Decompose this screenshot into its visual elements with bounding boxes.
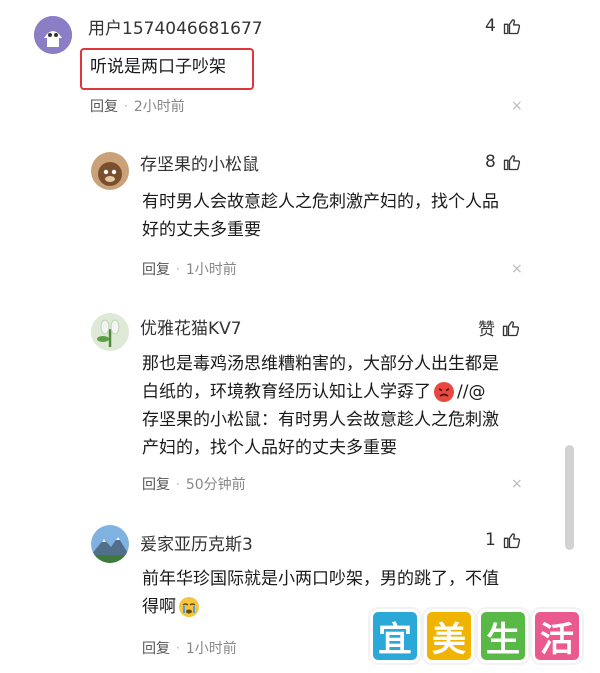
comment-meta: 回复 · 1小时前 (142, 638, 237, 658)
separator-dot: · (176, 262, 180, 276)
text-line: 好的丈夫多重要 (142, 220, 261, 240)
scrollbar-thumb[interactable] (565, 445, 574, 550)
text-segment: 得啊 (142, 597, 176, 617)
username[interactable]: 用户1574046681677 (88, 14, 263, 39)
avatar[interactable] (91, 313, 129, 351)
like-button[interactable]: 赞 (478, 315, 521, 340)
reply-button[interactable]: 回复 (142, 474, 170, 494)
comment-meta: 回复 · 2小时前 (90, 96, 185, 116)
like-button[interactable]: 1 (485, 530, 522, 550)
separator-dot: · (124, 99, 128, 113)
thumbs-up-icon (502, 320, 520, 336)
like-count: 1 (485, 530, 496, 550)
mountain-avatar-icon (91, 525, 129, 563)
separator-dot: · (176, 477, 180, 491)
watermark-char: 宜 (370, 609, 420, 663)
like-label: 赞 (478, 320, 495, 340)
text-line: 那也是毒鸡汤思维糟粕害的，大部分人出生都是 (142, 354, 499, 374)
timestamp: 50分钟前 (185, 477, 246, 493)
angry-emoji-icon (433, 381, 455, 403)
like-button[interactable]: 8 (485, 152, 522, 172)
reply-button[interactable]: 回复 (90, 96, 118, 116)
like-button[interactable]: 4 (485, 16, 522, 36)
comment-text: 那也是毒鸡汤思维糟粕害的，大部分人出生都是 白纸的，环境教育经历认知让人学孬了 … (142, 350, 499, 462)
watermark-char: 美 (424, 609, 474, 663)
avatar[interactable] (91, 525, 129, 563)
squirrel-avatar-icon (91, 152, 129, 190)
thumbs-up-icon (503, 533, 520, 549)
separator-dot: · (176, 641, 180, 655)
avatar[interactable] (34, 16, 72, 54)
watermark-logo: 宜 美 生 活 (370, 609, 582, 663)
comment-meta: 回复 · 50分钟前 (142, 474, 246, 494)
close-icon[interactable]: × (511, 98, 523, 114)
text-line: 有时男人会故意趁人之危刺激产妇的，找个人品 (142, 192, 499, 212)
close-icon[interactable]: × (511, 476, 523, 492)
reply-button[interactable]: 回复 (142, 638, 170, 658)
avatar[interactable] (91, 152, 129, 190)
comment-meta: 回复 · 1小时前 (142, 259, 237, 279)
username[interactable]: 爰家亚历克斯3 (140, 530, 253, 555)
timestamp: 2小时前 (133, 99, 185, 115)
username[interactable]: 优雅花猫KV7 (140, 314, 242, 339)
watermark-char: 活 (532, 609, 582, 663)
text-line: 产妇的，找个人品好的丈夫多重要 (142, 438, 397, 458)
text-segment: 白纸的，环境教育经历认知让人学孬了 (142, 382, 431, 402)
comment-text: 有时男人会故意趁人之危刺激产妇的，找个人品 好的丈夫多重要 (142, 188, 499, 244)
like-count: 4 (485, 16, 496, 36)
reply-button[interactable]: 回复 (142, 259, 170, 279)
text-line: 前年华珍国际就是小两口吵架，男的跳了，不值 (142, 569, 499, 589)
comment-text: 听说是两口子吵架 (90, 57, 226, 77)
thumbs-up-icon (503, 19, 520, 35)
thumbs-up-icon (503, 155, 520, 171)
timestamp: 1小时前 (185, 262, 237, 278)
text-line: 白纸的，环境教育经历认知让人学孬了 //@ (142, 378, 499, 406)
close-icon[interactable]: × (511, 261, 523, 277)
timestamp: 1小时前 (185, 641, 237, 657)
crying-emoji-icon (178, 596, 200, 618)
username[interactable]: 存坚果的小松鼠 (140, 150, 259, 175)
flower-avatar-icon (91, 313, 129, 351)
like-count: 8 (485, 152, 496, 172)
text-line: 存坚果的小松鼠：有时男人会故意趁人之危刺激 (142, 410, 499, 430)
alien-avatar-icon (34, 16, 72, 54)
watermark-char: 生 (478, 609, 528, 663)
mention-prefix: //@ (457, 382, 486, 402)
